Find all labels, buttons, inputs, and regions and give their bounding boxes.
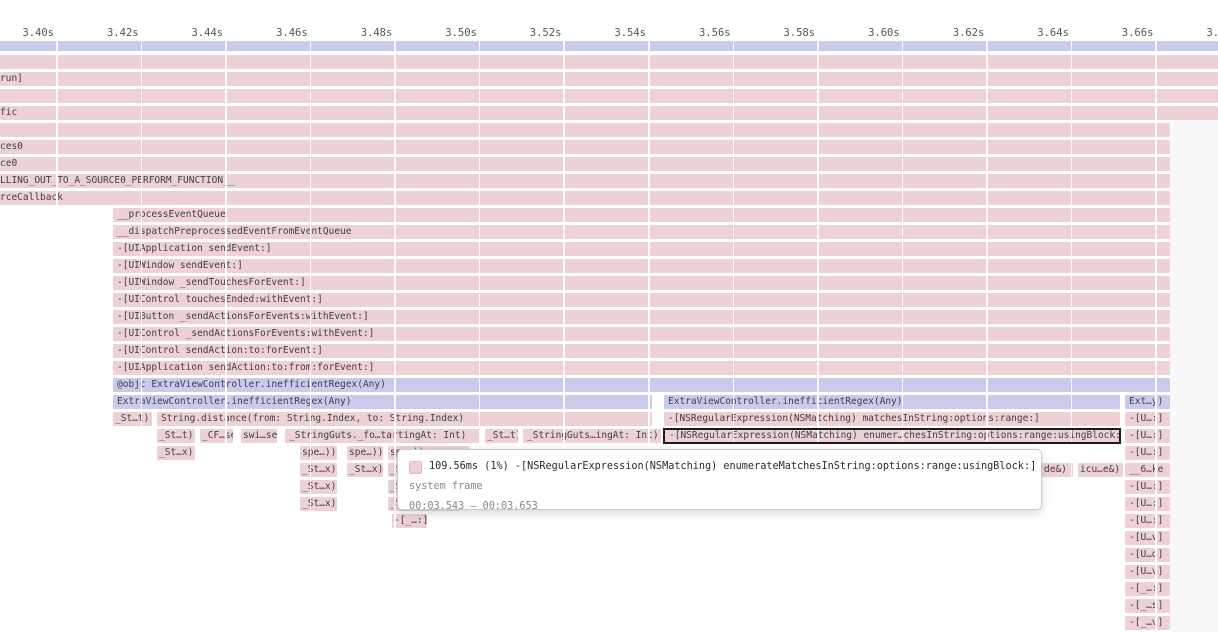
flame-segment[interactable]: -[UIControl touchesEnded:withEvent:] <box>113 293 1170 307</box>
gridline <box>479 41 481 632</box>
flame-segment[interactable]: _St…t) <box>485 429 518 443</box>
category-swatch-icon <box>409 461 422 474</box>
flame-segment[interactable]: -[UIWindow sendEvent:] <box>113 259 1170 273</box>
time-tick: 3.62s <box>924 25 984 41</box>
flame-segment[interactable]: -[UIControl sendAction:to:forEvent:] <box>113 344 1170 358</box>
flame-segment[interactable]: -[_…:] <box>392 514 427 528</box>
flame-segment[interactable]: _CF…se <box>200 429 233 443</box>
flame-segment[interactable]: -[UIApplication sendAction:to:from:forEv… <box>113 361 1170 375</box>
flame-segment[interactable]: -[_…v] <box>1125 616 1170 630</box>
time-tick: 3.54s <box>586 25 646 41</box>
time-tick: 3.48s <box>332 25 392 41</box>
flame-segment[interactable]: fic <box>0 106 1218 120</box>
time-tick: 3.68s <box>1178 25 1218 41</box>
flame-segment[interactable]: ce0 <box>0 157 1170 171</box>
gridline <box>733 41 735 632</box>
gridline <box>902 41 904 632</box>
tooltip: 109.56ms (1%) -[NSRegularExpression(NSMa… <box>397 449 1042 510</box>
gridline <box>394 41 396 632</box>
flame-segment[interactable]: icu…e&) <box>1078 463 1123 477</box>
flame-segment[interactable]: _St…x) <box>300 480 337 494</box>
flame-segment[interactable]: ces0 <box>0 140 1170 154</box>
flame-segment[interactable]: -[U…:] <box>1125 480 1170 494</box>
flame-segment[interactable]: spe…)) <box>347 446 383 460</box>
time-tick: 3.64s <box>1009 25 1069 41</box>
flame-segment[interactable] <box>0 55 1218 69</box>
flame-segment[interactable]: _St…t) <box>113 412 152 426</box>
tooltip-category: system frame <box>409 477 1030 497</box>
time-tick: 3.58s <box>755 25 815 41</box>
gridline <box>563 41 565 632</box>
time-tick: 3.66s <box>1093 25 1153 41</box>
gridline <box>817 41 819 632</box>
tooltip-title-row: 109.56ms (1%) -[NSRegularExpression(NSMa… <box>409 457 1030 477</box>
flame-segment[interactable]: -[U…v] <box>1125 565 1170 579</box>
flame-segment[interactable]: swi…se <box>241 429 277 443</box>
flame-segment[interactable]: __dispatchPreprocessedEventFromEventQueu… <box>113 225 1170 239</box>
flame-segment[interactable]: _St…x) <box>300 497 337 511</box>
flame-segment[interactable]: Ext…y) <box>1125 395 1170 409</box>
gridline <box>986 41 988 632</box>
flame-segment[interactable]: -[U…:] <box>1125 412 1170 426</box>
flame-segment[interactable]: run] <box>0 72 1218 86</box>
time-tick: 3.50s <box>417 25 477 41</box>
flame-segment[interactable]: String.distance(from: String.Index, to: … <box>157 412 652 426</box>
flame-segment[interactable]: @objc ExtraViewController.inefficientReg… <box>113 378 1170 392</box>
time-tick: 3.52s <box>501 25 561 41</box>
flame-segment[interactable]: _StringGuts…ingAt: Int) <box>523 429 661 443</box>
flame-chart: run] fic ces0 ce0 LLING_OUT_TO_A_SOURCE0_PER… <box>0 0 1218 632</box>
flame-segment[interactable]: _StringGuts._fo…tartingAt: Int) <box>285 429 480 443</box>
gridline <box>56 41 58 632</box>
flame-segment[interactable]: -[U…:] <box>1125 497 1170 511</box>
flame-segment[interactable]: -[U…d] <box>1125 548 1170 562</box>
flame-segment[interactable]: rceCallback <box>0 191 1170 205</box>
gridline <box>225 41 227 632</box>
time-tick: 3.42s <box>79 25 139 41</box>
flame-segment[interactable] <box>0 41 1218 51</box>
time-tick: 3.56s <box>671 25 731 41</box>
flame-segment[interactable]: _St…x) <box>157 446 195 460</box>
flame-segment[interactable]: _St…x) <box>347 463 383 477</box>
flame-segment[interactable]: -[_…:] <box>1125 582 1170 596</box>
flame-segment[interactable]: -[UIApplication sendEvent:] <box>113 242 1170 256</box>
flame-segment[interactable]: __processEventQueue <box>113 208 1170 222</box>
flame-segment[interactable]: LLING_OUT_TO_A_SOURCE0_PERFORM_FUNCTION_… <box>0 174 1170 188</box>
flame-segment[interactable]: -[UIControl _sendActionsForEvents:withEv… <box>113 327 1170 341</box>
time-tick: 3.60s <box>840 25 900 41</box>
flame-segment[interactable]: _St…x) <box>300 463 337 477</box>
time-tick: 3.40s <box>0 25 54 41</box>
time-tick: 3.44s <box>163 25 223 41</box>
tooltip-title: 109.56ms (1%) -[NSRegularExpression(NSMa… <box>429 457 1036 477</box>
flame-segment[interactable] <box>0 89 1218 103</box>
gridline <box>648 41 650 632</box>
gridline <box>141 41 143 632</box>
flame-segment[interactable]: -[_…s] <box>1125 599 1170 613</box>
gridline <box>1071 41 1073 632</box>
time-tick: 3.46s <box>248 25 308 41</box>
flame-segment[interactable]: -[U…:] <box>1125 429 1170 443</box>
flame-segment[interactable] <box>0 123 1170 137</box>
flame-segment[interactable]: ExtraViewController.inefficientRegex(Any… <box>113 395 652 409</box>
gridline <box>310 41 312 632</box>
selection-outline <box>663 428 1121 444</box>
flame-segment[interactable]: spe…)) <box>300 446 337 460</box>
flame-segment[interactable]: -[U…v] <box>1125 531 1170 545</box>
flame-segment[interactable]: -[UIWindow _sendTouchesForEvent:] <box>113 276 1170 290</box>
flame-segment[interactable]: __6…ke <box>1125 463 1170 477</box>
flame-segment[interactable]: de&) <box>1041 463 1073 477</box>
flame-segment[interactable]: _St…t) <box>157 429 195 443</box>
flame-segment[interactable]: -[UIButton _sendActionsForEvents:withEve… <box>113 310 1170 324</box>
flame-segment[interactable]: -[U…:] <box>1125 514 1170 528</box>
tooltip-time-range: 00:03.543 — 00:03.653 <box>409 497 1030 510</box>
chart-background <box>1170 120 1218 632</box>
gridline <box>1155 41 1157 632</box>
flame-segment[interactable]: -[U…:] <box>1125 446 1170 460</box>
